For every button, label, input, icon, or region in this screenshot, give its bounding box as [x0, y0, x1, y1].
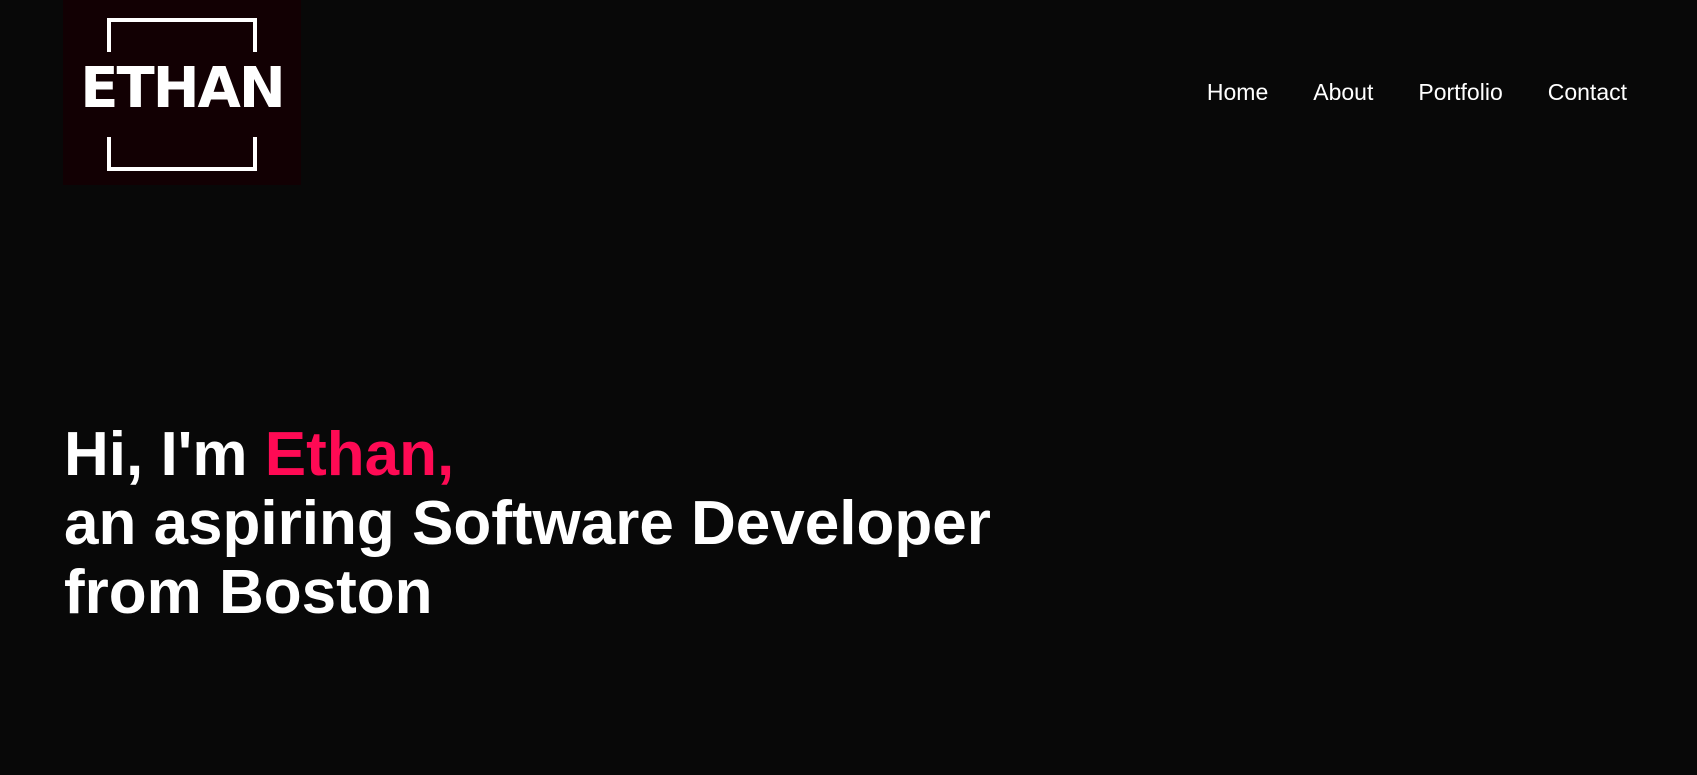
- hero-line-2: an aspiring Software Developer: [64, 489, 991, 558]
- logo[interactable]: ETHAN: [63, 0, 301, 185]
- hero-name: Ethan,: [264, 420, 455, 489]
- logo-text: ETHAN: [80, 56, 286, 121]
- nav-link-home[interactable]: Home: [1207, 76, 1268, 108]
- nav-link-portfolio[interactable]: Portfolio: [1418, 76, 1502, 108]
- hero-heading: Hi, I'm Ethan, an aspiring Software Deve…: [64, 420, 991, 627]
- nav-link-contact[interactable]: Contact: [1548, 76, 1627, 108]
- main-nav: Home About Portfolio Contact: [1207, 76, 1627, 108]
- hero-line-1: Hi, I'm Ethan,: [64, 420, 991, 489]
- hero-line-3: from Boston: [64, 558, 433, 627]
- nav-link-about[interactable]: About: [1313, 76, 1373, 108]
- hero-greeting: Hi, I'm: [64, 420, 265, 489]
